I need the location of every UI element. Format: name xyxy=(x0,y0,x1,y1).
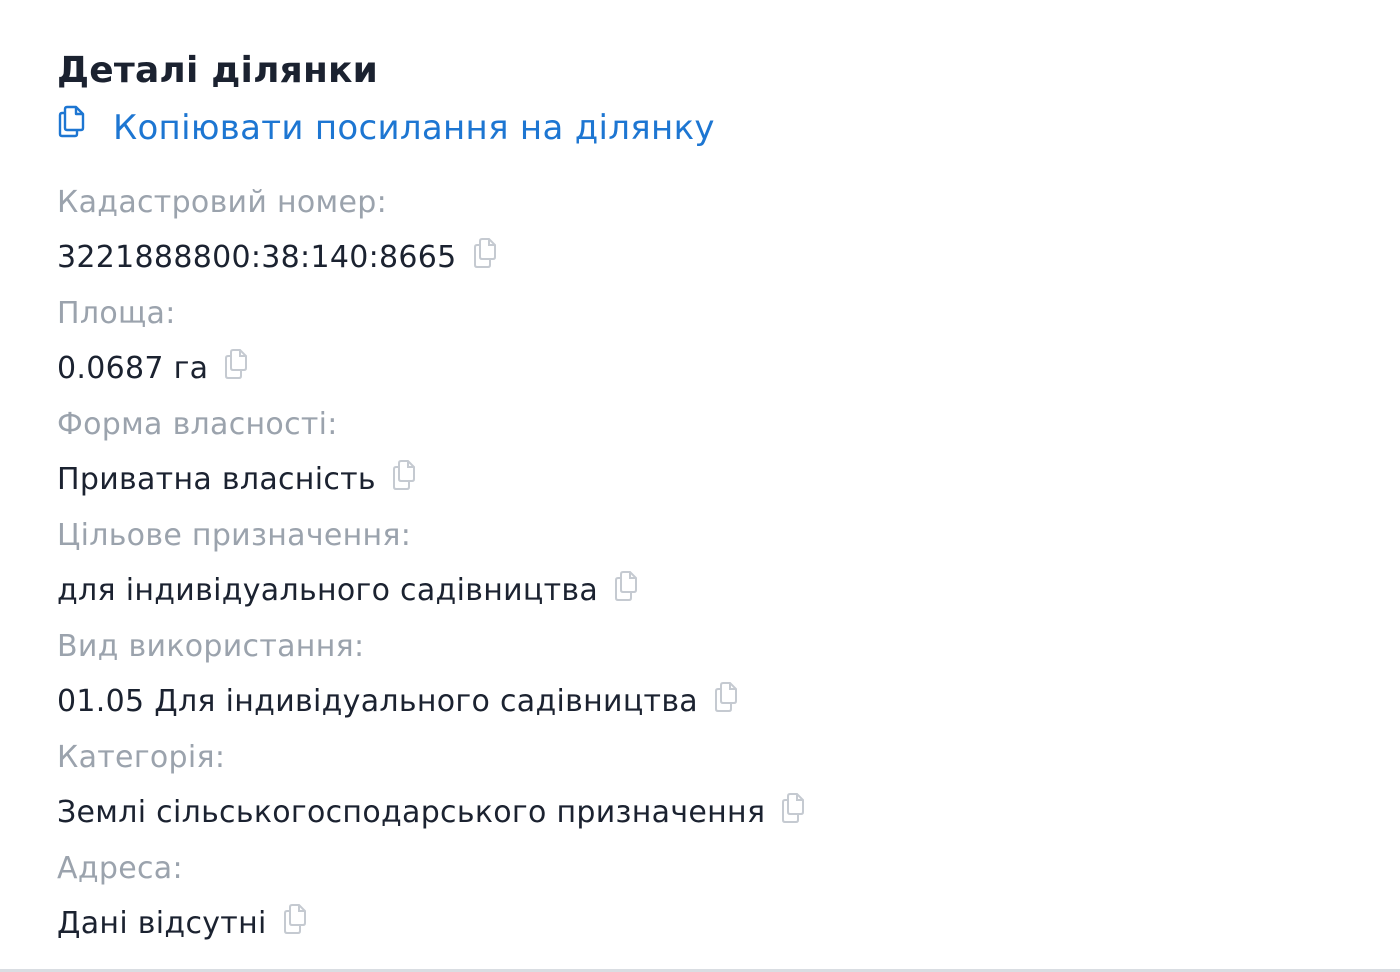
copy-icon[interactable] xyxy=(781,792,807,824)
copy-parcel-link-button[interactable]: Копіювати посилання на ділянку xyxy=(57,105,715,148)
ownership-value: Приватна власність xyxy=(57,462,376,497)
cadastral-number-row: 3221888800:38:140:8665 xyxy=(57,237,1337,277)
usage-type-label: Вид використання: xyxy=(57,629,365,664)
parcel-details-panel: Деталі ділянки Копіювати посилання на ді… xyxy=(0,0,1400,972)
copy-icon[interactable] xyxy=(392,459,418,491)
ownership-label: Форма власності: xyxy=(57,407,338,442)
usage-type-value: 01.05 Для індивідуального садівництва xyxy=(57,684,698,719)
purpose-value: для індивідуального садівництва xyxy=(57,573,599,608)
copy-icon xyxy=(58,105,85,138)
category-row: Землі сільськогосподарського призначення xyxy=(57,792,1337,832)
area-label: Площа: xyxy=(57,296,176,331)
cadastral-number-label: Кадастровий номер: xyxy=(57,185,387,220)
address-row: Дані відсутні xyxy=(57,903,1337,943)
purpose-label: Цільове призначення: xyxy=(57,518,412,553)
copy-icon[interactable] xyxy=(614,570,640,602)
cadastral-number-value: 3221888800:38:140:8665 xyxy=(57,240,457,275)
copy-link-label: Копіювати посилання на ділянку xyxy=(113,108,715,148)
page-title: Деталі ділянки xyxy=(57,50,379,91)
copy-icon[interactable] xyxy=(473,237,499,269)
copy-icon[interactable] xyxy=(714,681,740,713)
copy-icon[interactable] xyxy=(224,348,250,380)
parcel-fields: Кадастровий номер: 3221888800:38:140:866… xyxy=(57,184,1337,961)
purpose-row: для індивідуального садівництва xyxy=(57,570,1337,610)
category-label: Категорія: xyxy=(57,740,226,775)
category-value: Землі сільськогосподарського призначення xyxy=(57,795,766,830)
address-label: Адреса: xyxy=(57,851,183,886)
copy-icon[interactable] xyxy=(283,903,309,935)
ownership-row: Приватна власність xyxy=(57,459,1337,499)
address-value: Дані відсутні xyxy=(57,906,267,941)
area-row: 0.0687 га xyxy=(57,348,1337,388)
usage-type-row: 01.05 Для індивідуального садівництва xyxy=(57,681,1337,721)
area-value: 0.0687 га xyxy=(57,351,209,386)
